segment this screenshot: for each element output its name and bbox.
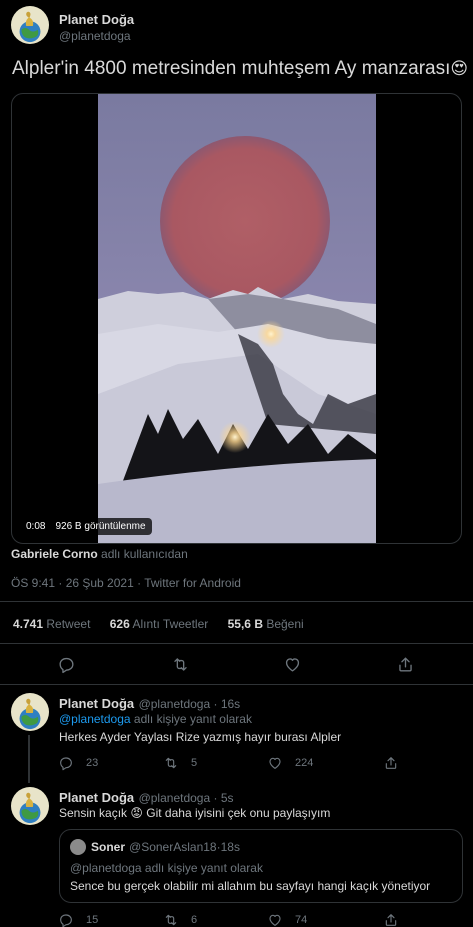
divider bbox=[0, 601, 473, 602]
reply-actions: 15 6 74 bbox=[0, 909, 473, 927]
retweet-count: 6 bbox=[191, 914, 198, 926]
retweet-button[interactable]: 5 bbox=[163, 752, 197, 774]
reply-text: Herkes Ayder Yaylası Rize yazmış hayır b… bbox=[59, 730, 342, 744]
like-count: 74 bbox=[295, 914, 308, 926]
reply-button[interactable]: 23 bbox=[58, 752, 98, 774]
reply-button[interactable] bbox=[57, 653, 76, 675]
angry-face-emoji: 😡 bbox=[130, 806, 143, 820]
retweet-icon bbox=[163, 912, 179, 927]
retweet-button[interactable] bbox=[171, 653, 190, 675]
author-handle: @planetdoga bbox=[59, 27, 131, 45]
like-icon bbox=[267, 755, 283, 771]
quoted-author-handle: @SonerAslan18 bbox=[129, 840, 217, 854]
like-icon bbox=[283, 655, 302, 674]
credit-name[interactable]: Gabriele Corno bbox=[11, 547, 98, 561]
divider bbox=[0, 684, 473, 685]
tweet-meta[interactable]: ÖS 9:41 · 26 Şub 2021 · Twitter for Andr… bbox=[11, 576, 241, 590]
video-badge: 0:08 926 B görüntülenme bbox=[20, 518, 152, 535]
share-icon bbox=[396, 655, 415, 674]
like-button[interactable] bbox=[283, 653, 302, 675]
video-views: 926 B görüntülenme bbox=[55, 521, 146, 532]
quote-count: 626 bbox=[109, 617, 130, 631]
quoted-reply-line: @planetdoga adlı kişiye yanıt olarak bbox=[70, 861, 263, 875]
like-count: 55,6 B bbox=[227, 617, 263, 631]
reply-text-after: Git daha iyisini çek onu paylaşıyım bbox=[146, 806, 331, 820]
reply-header: Planet Doğa @planetdoga · 16s bbox=[59, 696, 241, 711]
reply-button[interactable]: 15 bbox=[58, 909, 98, 927]
reply-time[interactable]: 16s bbox=[221, 697, 240, 711]
like-label: Beğeni bbox=[266, 617, 304, 631]
share-icon bbox=[383, 912, 399, 927]
reply-to-handle[interactable]: @planetdoga bbox=[59, 712, 131, 726]
reply-author-handle[interactable]: @planetdoga bbox=[139, 791, 211, 805]
reply-count: 23 bbox=[86, 757, 99, 769]
reply-icon bbox=[58, 755, 74, 771]
retweet-stat[interactable]: 4.741 Retweet bbox=[13, 617, 94, 631]
retweet-label: Retweet bbox=[46, 617, 91, 631]
retweet-button[interactable]: 6 bbox=[163, 909, 197, 927]
reply-to-suffix: adlı kişiye yanıt olarak bbox=[133, 712, 252, 726]
quoted-author-name: Soner bbox=[91, 840, 126, 854]
avatar[interactable] bbox=[11, 787, 49, 825]
quoted-tweet-header: Soner @SonerAslan18 · 18s bbox=[70, 839, 240, 855]
avatar[interactable] bbox=[11, 693, 49, 731]
quoted-text: Sence bu gerçek olabilir mi allahım bu s… bbox=[70, 879, 431, 893]
tweet-text-body: Alpler'in 4800 metresinden muhteşem Ay m… bbox=[12, 58, 451, 79]
like-icon bbox=[267, 912, 283, 927]
reply-actions: 23 5 224 bbox=[0, 752, 473, 774]
tweet-stats: 4.741 Retweet 626 Alıntı Tweetler 55,6 B… bbox=[13, 617, 320, 631]
smiling-heart-eyes-emoji: 😍 bbox=[450, 59, 469, 78]
tweet-text: Alpler'in 4800 metresinden muhteşem Ay m… bbox=[12, 58, 468, 80]
like-button[interactable]: 74 bbox=[267, 909, 307, 927]
reply-text-before: Sensin kaçık bbox=[59, 806, 128, 820]
quote-stat[interactable]: 626 Alıntı Tweetler bbox=[110, 617, 212, 631]
retweet-count: 4.741 bbox=[13, 617, 44, 631]
reply-header: Planet Doğa @planetdoga · 5s bbox=[59, 790, 234, 805]
video-time: 0:08 bbox=[26, 521, 46, 532]
reply-count: 15 bbox=[86, 914, 99, 926]
quoted-time: 18s bbox=[220, 840, 240, 854]
reply-icon bbox=[57, 655, 76, 674]
main-tweet-actions bbox=[0, 653, 473, 675]
reply-to-line: @planetdoga adlı kişiye yanıt olarak bbox=[59, 712, 252, 726]
reply-icon bbox=[58, 912, 74, 927]
avatar bbox=[70, 839, 86, 855]
reply-author-name[interactable]: Planet Doğa bbox=[59, 790, 134, 805]
like-stat[interactable]: 55,6 B Beğeni bbox=[228, 617, 304, 631]
reply-author-name[interactable]: Planet Doğa bbox=[59, 696, 134, 711]
like-count: 224 bbox=[295, 757, 314, 769]
reply-time[interactable]: 5s bbox=[221, 791, 234, 805]
credit-suffix: adlı kullanıcıdan bbox=[101, 547, 188, 561]
video-player[interactable]: 0:08 926 B görüntülenme bbox=[11, 93, 462, 544]
divider bbox=[0, 643, 473, 644]
avatar[interactable] bbox=[11, 6, 49, 44]
retweet-icon bbox=[163, 755, 179, 771]
media-credit: Gabriele Corno adlı kullanıcıdan bbox=[11, 547, 188, 561]
share-icon bbox=[383, 755, 399, 771]
share-button[interactable] bbox=[383, 752, 399, 774]
share-button[interactable] bbox=[383, 909, 399, 927]
share-button[interactable] bbox=[396, 653, 415, 675]
author-name-text[interactable]: Planet Doğa bbox=[59, 12, 134, 27]
like-button[interactable]: 224 bbox=[267, 752, 313, 774]
video-frame-image bbox=[98, 94, 376, 543]
reply-text: Sensin kaçık 😡 Git daha iyisini çek onu … bbox=[59, 806, 330, 820]
quote-label: Alıntı Tweetler bbox=[132, 617, 209, 631]
author-handle-text[interactable]: @planetdoga bbox=[59, 29, 131, 43]
reply-author-handle[interactable]: @planetdoga bbox=[139, 697, 211, 711]
retweet-count: 5 bbox=[191, 757, 198, 769]
retweet-icon bbox=[171, 655, 190, 674]
quoted-tweet[interactable]: Soner @SonerAslan18 · 18s @planetdoga ad… bbox=[59, 829, 463, 903]
